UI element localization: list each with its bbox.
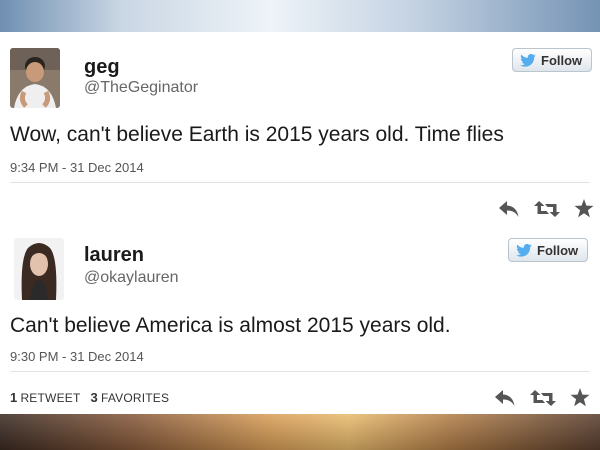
background-top (0, 0, 600, 32)
tweet-timestamp[interactable]: 9:34 PM - 31 Dec 2014 (10, 160, 144, 175)
retweet-count-value: 1 (10, 390, 18, 405)
tweet-card: geg @TheGeginator Follow Wow, can't beli… (0, 32, 600, 414)
tweet-actions (494, 388, 590, 407)
tweet-text: Can't believe America is almost 2015 yea… (10, 314, 451, 337)
reply-icon[interactable] (494, 389, 516, 407)
tweet-stats: 1 RETWEET 3 FAVORITES (10, 390, 169, 405)
tweet-text: Wow, can't believe Earth is 2015 years o… (10, 123, 504, 146)
retweet-count[interactable]: 1 RETWEET (10, 390, 81, 405)
tweet-actions (498, 199, 594, 218)
user-handle[interactable]: @TheGeginator (84, 79, 198, 97)
bird-icon (520, 53, 536, 67)
favorite-count-value: 3 (90, 390, 98, 405)
retweet-icon[interactable] (534, 200, 560, 218)
background-bottom (0, 410, 600, 450)
divider (10, 371, 590, 372)
favorite-icon[interactable] (570, 388, 590, 407)
favorite-icon[interactable] (574, 199, 594, 218)
divider (10, 182, 590, 183)
retweet-icon[interactable] (530, 389, 556, 407)
tweet-lauren: lauren @okaylauren Follow Can't believe … (0, 232, 600, 414)
tweet-geg: geg @TheGeginator Follow Wow, can't beli… (0, 32, 600, 232)
favorite-count-label: FAVORITES (100, 391, 170, 405)
retweet-count-label: RETWEET (20, 391, 81, 405)
favorite-count[interactable]: 3 FAVORITES (91, 390, 170, 405)
reply-icon[interactable] (498, 200, 520, 218)
follow-label: Follow (541, 52, 583, 68)
avatar[interactable] (14, 238, 64, 300)
follow-button[interactable]: Follow (508, 238, 589, 262)
user-name[interactable]: geg (84, 56, 120, 79)
bird-icon (516, 243, 532, 257)
follow-button[interactable]: Follow (512, 48, 593, 72)
user-name[interactable]: lauren (84, 244, 144, 267)
user-handle[interactable]: @okaylauren (84, 269, 179, 287)
avatar[interactable] (10, 48, 60, 108)
follow-label: Follow (537, 242, 579, 258)
tweet-timestamp[interactable]: 9:30 PM - 31 Dec 2014 (10, 349, 144, 364)
